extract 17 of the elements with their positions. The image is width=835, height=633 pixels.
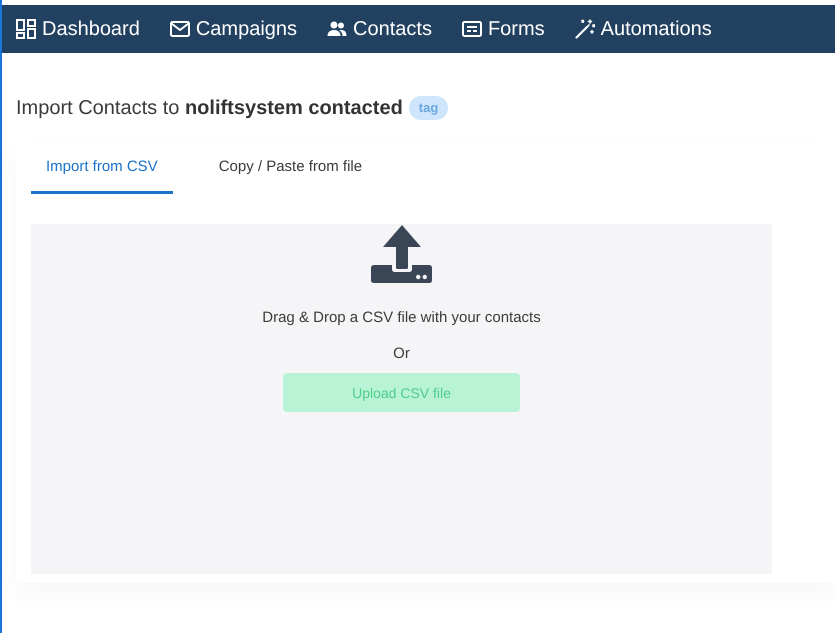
drop-instruction: Drag & Drop a CSV file with your contacts [262,308,541,328]
tab[interactable]: Import from CSV [31,142,173,194]
mail-icon [170,19,190,39]
nav-link[interactable]: Dashboard [16,17,140,41]
dashboard-icon [16,19,36,39]
nav-link[interactable]: Contacts [327,17,432,41]
nav-link[interactable]: Campaigns [170,17,298,41]
people-icon [327,19,348,39]
nav-link[interactable]: Forms [462,17,545,41]
nav-link[interactable]: Automations [574,17,712,41]
page-title: Import Contacts to noliftsystem contacted [16,96,403,120]
upload-icon [370,225,432,283]
tag-badge: tag [408,96,448,120]
magic-wand-icon [574,19,595,39]
form-icon [462,19,482,39]
tab[interactable]: Copy / Paste from file [204,142,378,194]
or-separator: Or [393,344,410,364]
